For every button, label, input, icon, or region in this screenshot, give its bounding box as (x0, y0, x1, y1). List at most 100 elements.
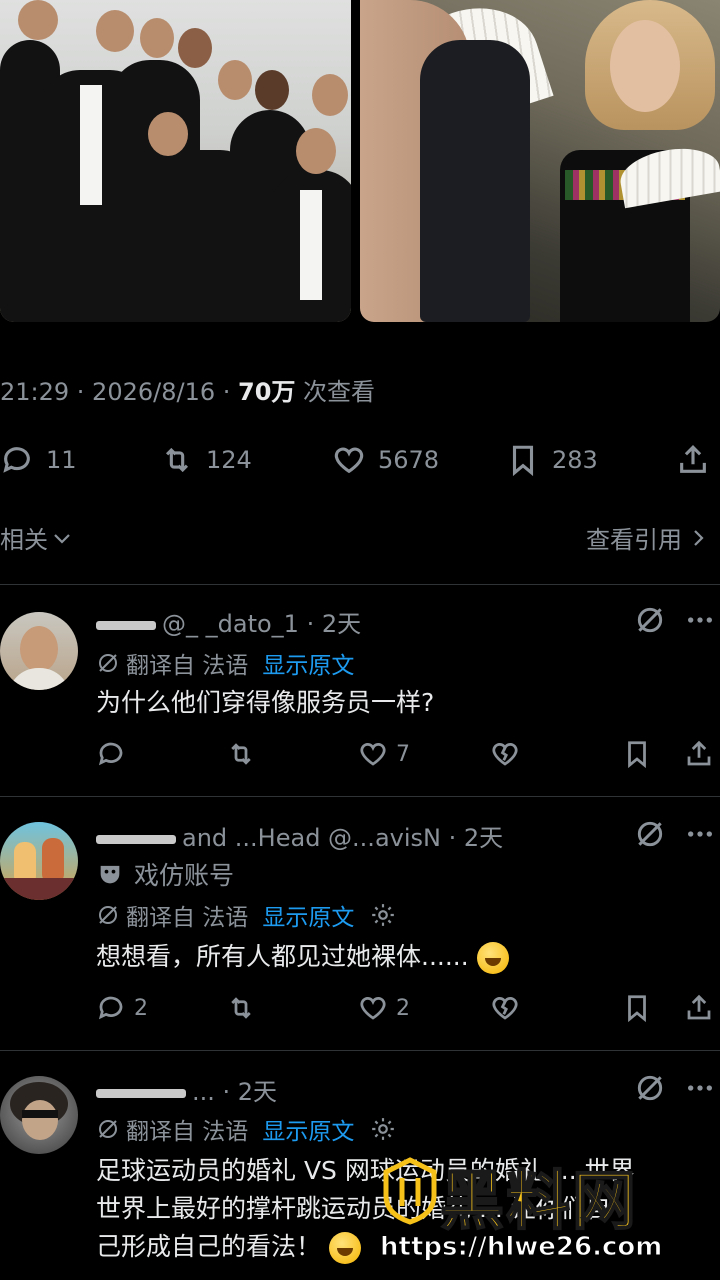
show-original-link[interactable]: 显示原文 (262, 646, 354, 680)
watermark-brand: 黑料网 (439, 1164, 638, 1240)
divider (0, 1050, 720, 1051)
comment-bookmark-button[interactable] (622, 734, 652, 774)
parody-label: 戏仿账号 (96, 856, 234, 892)
more-options-icon[interactable] (684, 604, 716, 636)
mask-icon (100, 865, 120, 884)
broken-heart-icon (492, 997, 518, 1020)
post-image-right[interactable] (360, 0, 720, 322)
username-text: @_ _dato_1 · 2天 (162, 610, 362, 638)
share-icon (680, 445, 706, 473)
divider (0, 796, 720, 797)
view-quotes-label: 查看引用 (586, 526, 682, 554)
bookmark-count: 283 (552, 446, 598, 474)
related-toggle[interactable]: 相关 (0, 520, 74, 555)
bookmark-button[interactable]: 283 (506, 436, 598, 484)
comment-share-button[interactable] (684, 988, 714, 1028)
like-count: 2 (396, 995, 410, 1021)
comment-repost-button[interactable] (226, 988, 264, 1028)
comment-like-button[interactable]: 2 (358, 988, 410, 1028)
comment-repost-button[interactable] (226, 734, 264, 774)
comment-actions: 2 2 (96, 988, 720, 1028)
comment-username[interactable]: and ...Head @...avisN · 2天 (96, 818, 503, 853)
post-image-left[interactable] (0, 0, 351, 322)
gear-icon[interactable] (370, 902, 396, 928)
comment-text: 想想看，所有人都见过她裸体...... (96, 942, 469, 971)
more-options-icon[interactable] (684, 1072, 716, 1104)
repost-icon (231, 743, 251, 765)
comment-dislike-button[interactable] (490, 734, 520, 774)
username-text: and ...Head @...avisN · 2天 (182, 824, 504, 852)
more-options-icon[interactable] (684, 818, 716, 850)
heart-icon (334, 447, 364, 474)
repost-button[interactable]: 124 (160, 436, 252, 484)
like-count: 5678 (378, 446, 440, 474)
reply-icon (98, 742, 123, 766)
reply-button[interactable]: 11 (0, 436, 77, 484)
comment-text-line: 己形成自己的看法！ (96, 1232, 322, 1261)
bookmark-icon (628, 995, 646, 1023)
reply-icon (98, 996, 123, 1020)
mute-icon[interactable] (634, 604, 666, 636)
reply-count: 11 (46, 446, 77, 474)
view-label: 次查看 (295, 378, 376, 406)
translation-note: 翻译自 法语 显示原文 (96, 1112, 396, 1146)
translate-icon (99, 1120, 117, 1138)
comment-bookmark-button[interactable] (622, 988, 652, 1028)
translation-label: 翻译自 法语 (126, 653, 249, 679)
translation-note: 翻译自 法语 显示原文 (96, 646, 354, 680)
share-button[interactable] (676, 436, 710, 484)
comment-actions: 7 (96, 734, 720, 774)
mute-icon[interactable] (634, 818, 666, 850)
comment-username[interactable]: ... · 2天 (96, 1072, 277, 1107)
comment-text: 为什么他们穿得像服务员一样? (96, 688, 435, 717)
comment-text-row: 想想看，所有人都见过她裸体...... (96, 938, 509, 976)
redaction-mark (96, 620, 156, 630)
gear-icon[interactable] (370, 1116, 396, 1142)
show-original-link[interactable]: 显示原文 (262, 1112, 354, 1146)
like-count: 7 (396, 741, 410, 767)
translate-icon (99, 906, 117, 924)
translation-label: 翻译自 法语 (126, 905, 249, 931)
comment-like-button[interactable]: 7 (358, 734, 410, 774)
mute-icon[interactable] (634, 1072, 666, 1104)
avatar[interactable] (0, 822, 78, 900)
comment-reply-button[interactable] (96, 734, 134, 774)
share-icon (687, 994, 711, 1020)
comment-reply-button[interactable]: 2 (96, 988, 148, 1028)
heart-icon (360, 997, 386, 1020)
watermark: 黑料网 https://hlwe26.com (379, 1150, 710, 1270)
sweat-smile-emoji-icon (476, 942, 509, 974)
avatar[interactable] (0, 1076, 78, 1154)
repost-count: 124 (206, 446, 252, 474)
comment-username[interactable]: @_ _dato_1 · 2天 (96, 604, 361, 639)
comment-share-button[interactable] (684, 734, 714, 774)
repost-icon (231, 997, 251, 1019)
reply-icon (3, 447, 30, 473)
redaction-mark (96, 834, 176, 844)
translation-label: 翻译自 法语 (126, 1119, 249, 1145)
redaction-mark (96, 1088, 186, 1098)
bookmark-icon (512, 445, 534, 477)
heart-icon (360, 743, 386, 766)
watermark-url: https://hlwe26.com (379, 1232, 663, 1263)
avatar[interactable] (0, 612, 78, 690)
username-text: ... · 2天 (192, 1078, 278, 1106)
post-action-bar: 11 124 5678 283 (0, 436, 720, 484)
comment-dislike-button[interactable] (490, 988, 520, 1028)
chevron-right-icon (694, 529, 704, 546)
post-meta: 21:29 · 2026/8/16 · 70万 次查看 (0, 372, 375, 407)
view-quotes-link[interactable]: 查看引用 (586, 520, 710, 555)
bookmark-icon (628, 741, 646, 769)
post-time: 21:29 · 2026/8/16 · (0, 378, 238, 406)
share-icon (687, 740, 711, 766)
grin-emoji-icon (328, 1232, 361, 1264)
like-button[interactable]: 5678 (332, 436, 439, 484)
show-original-link[interactable]: 显示原文 (262, 898, 354, 932)
parody-text: 戏仿账号 (134, 861, 235, 890)
divider (0, 584, 720, 585)
view-count: 70万 (238, 378, 296, 406)
broken-heart-icon (492, 743, 518, 766)
translation-note: 翻译自 法语 显示原文 (96, 898, 396, 932)
chevron-down-icon (54, 533, 70, 544)
translate-icon (99, 654, 117, 672)
